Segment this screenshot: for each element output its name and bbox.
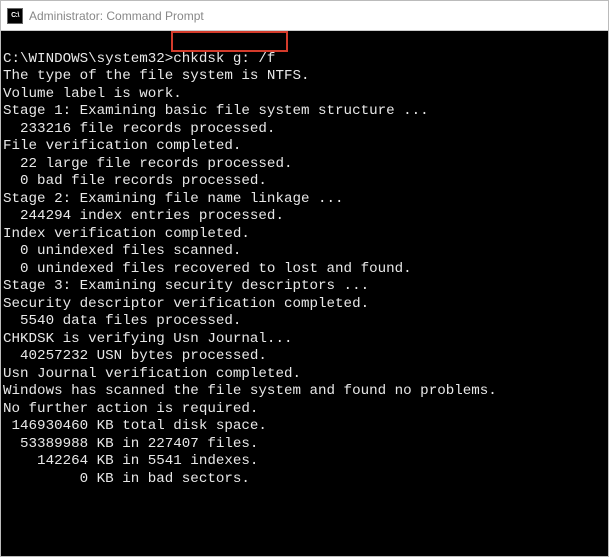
output-line: File verification completed. <box>3 138 606 156</box>
output-line: 142264 KB in 5541 indexes. <box>3 453 606 471</box>
output-line: Stage 3: Examining security descriptors … <box>3 278 606 296</box>
output-line: 233216 file records processed. <box>3 121 606 139</box>
output-line: Volume label is work. <box>3 86 606 104</box>
output-line: CHKDSK is verifying Usn Journal... <box>3 331 606 349</box>
output-line: The type of the file system is NTFS. <box>3 68 606 86</box>
output-line: Security descriptor verification complet… <box>3 296 606 314</box>
output-line: 5540 data files processed. <box>3 313 606 331</box>
output-line: Index verification completed. <box>3 226 606 244</box>
output-line: 146930460 KB total disk space. <box>3 418 606 436</box>
prompt: C:\WINDOWS\system32> <box>3 51 173 67</box>
titlebar[interactable]: C:\ Administrator: Command Prompt <box>1 1 608 31</box>
command-prompt-window: C:\ Administrator: Command Prompt C:\WIN… <box>0 0 609 557</box>
command-highlight-box <box>171 31 288 52</box>
output-line: 53389988 KB in 227407 files. <box>3 436 606 454</box>
window-title: Administrator: Command Prompt <box>29 9 204 23</box>
output-line: Usn Journal verification completed. <box>3 366 606 384</box>
output-line: Stage 2: Examining file name linkage ... <box>3 191 606 209</box>
output-line: Windows has scanned the file system and … <box>3 383 606 401</box>
output-line: 22 large file records processed. <box>3 156 606 174</box>
output-line: 40257232 USN bytes processed. <box>3 348 606 366</box>
output-line: No further action is required. <box>3 401 606 419</box>
output-line: 0 KB in bad sectors. <box>3 471 606 489</box>
output-line: 0 bad file records processed. <box>3 173 606 191</box>
terminal-output[interactable]: C:\WINDOWS\system32>chkdsk g: /fThe type… <box>1 31 608 556</box>
prompt-line: C:\WINDOWS\system32>chkdsk g: /f <box>3 51 606 69</box>
cmd-icon: C:\ <box>7 8 23 24</box>
output-line: 0 unindexed files scanned. <box>3 243 606 261</box>
output-line: 0 unindexed files recovered to lost and … <box>3 261 606 279</box>
output-line: Stage 1: Examining basic file system str… <box>3 103 606 121</box>
command: chkdsk g: /f <box>173 51 275 67</box>
output-line: 244294 index entries processed. <box>3 208 606 226</box>
